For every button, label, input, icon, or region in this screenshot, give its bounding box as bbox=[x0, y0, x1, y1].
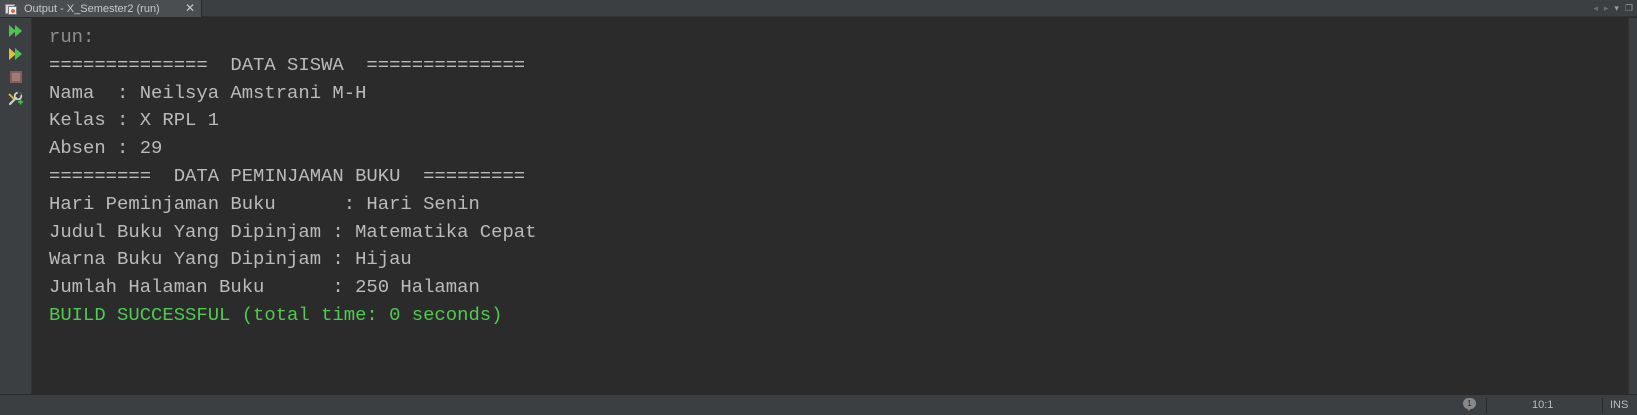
console-line: ============== DATA SISWA ============== bbox=[49, 53, 526, 76]
console-line: Nama : Neilsya Amstrani M-H bbox=[49, 81, 367, 104]
output-tab-title: Output - X_Semester2 (run) bbox=[24, 2, 160, 15]
stop-icon[interactable] bbox=[7, 68, 25, 86]
close-icon[interactable]: ✕ bbox=[185, 1, 195, 15]
scroll-tabs-left-icon[interactable]: ◂ bbox=[1593, 3, 1598, 14]
console-line: Hari Peminjaman Buku : Hari Senin bbox=[49, 192, 480, 215]
build-status-line: BUILD SUCCESSFUL (total time: 0 seconds) bbox=[49, 303, 503, 326]
status-bar: 1 10:1 INS bbox=[0, 394, 1637, 415]
caret-position: 10:1 bbox=[1532, 399, 1554, 411]
output-toolbar bbox=[0, 18, 32, 394]
console-line: ========= DATA PEMINJAMAN BUKU ========= bbox=[49, 164, 526, 187]
console-line: Judul Buku Yang Dipinjam : Matematika Ce… bbox=[49, 220, 537, 243]
output-tab[interactable]: Output - X_Semester2 (run) ✕ bbox=[0, 0, 202, 17]
scroll-tabs-right-icon[interactable]: ▸ bbox=[1604, 3, 1609, 14]
window-controls: ◂ ▸ ▾ ❐ bbox=[1593, 0, 1633, 16]
output-console[interactable]: run: ============== DATA SISWA ==========… bbox=[33, 18, 1628, 394]
status-separator bbox=[1486, 398, 1487, 413]
settings-wrench-icon[interactable] bbox=[7, 90, 25, 108]
console-line: Warna Buku Yang Dipinjam : Hijau bbox=[49, 248, 412, 271]
rerun-icon[interactable] bbox=[7, 22, 25, 40]
notifications-icon[interactable]: 1 bbox=[1462, 398, 1478, 412]
vertical-scrollbar[interactable] bbox=[1628, 18, 1637, 394]
insert-mode-indicator[interactable]: INS bbox=[1610, 399, 1628, 411]
console-lines: run: ============== DATA SISWA ==========… bbox=[49, 24, 536, 330]
output-window-icon bbox=[4, 3, 18, 15]
console-line: run: bbox=[49, 26, 95, 48]
status-separator bbox=[1602, 398, 1603, 413]
tab-menu-icon[interactable]: ▾ bbox=[1614, 3, 1619, 14]
console-line: Absen : 29 bbox=[49, 137, 163, 160]
restore-window-icon[interactable]: ❐ bbox=[1625, 3, 1633, 14]
console-line: Kelas : X RPL 1 bbox=[49, 109, 220, 132]
output-tab-bar: Output - X_Semester2 (run) ✕ ◂ ▸ ▾ ❐ bbox=[0, 0, 1637, 17]
rerun-with-params-icon[interactable] bbox=[7, 45, 25, 63]
console-line: Jumlah Halaman Buku : 250 Halaman bbox=[49, 276, 480, 299]
